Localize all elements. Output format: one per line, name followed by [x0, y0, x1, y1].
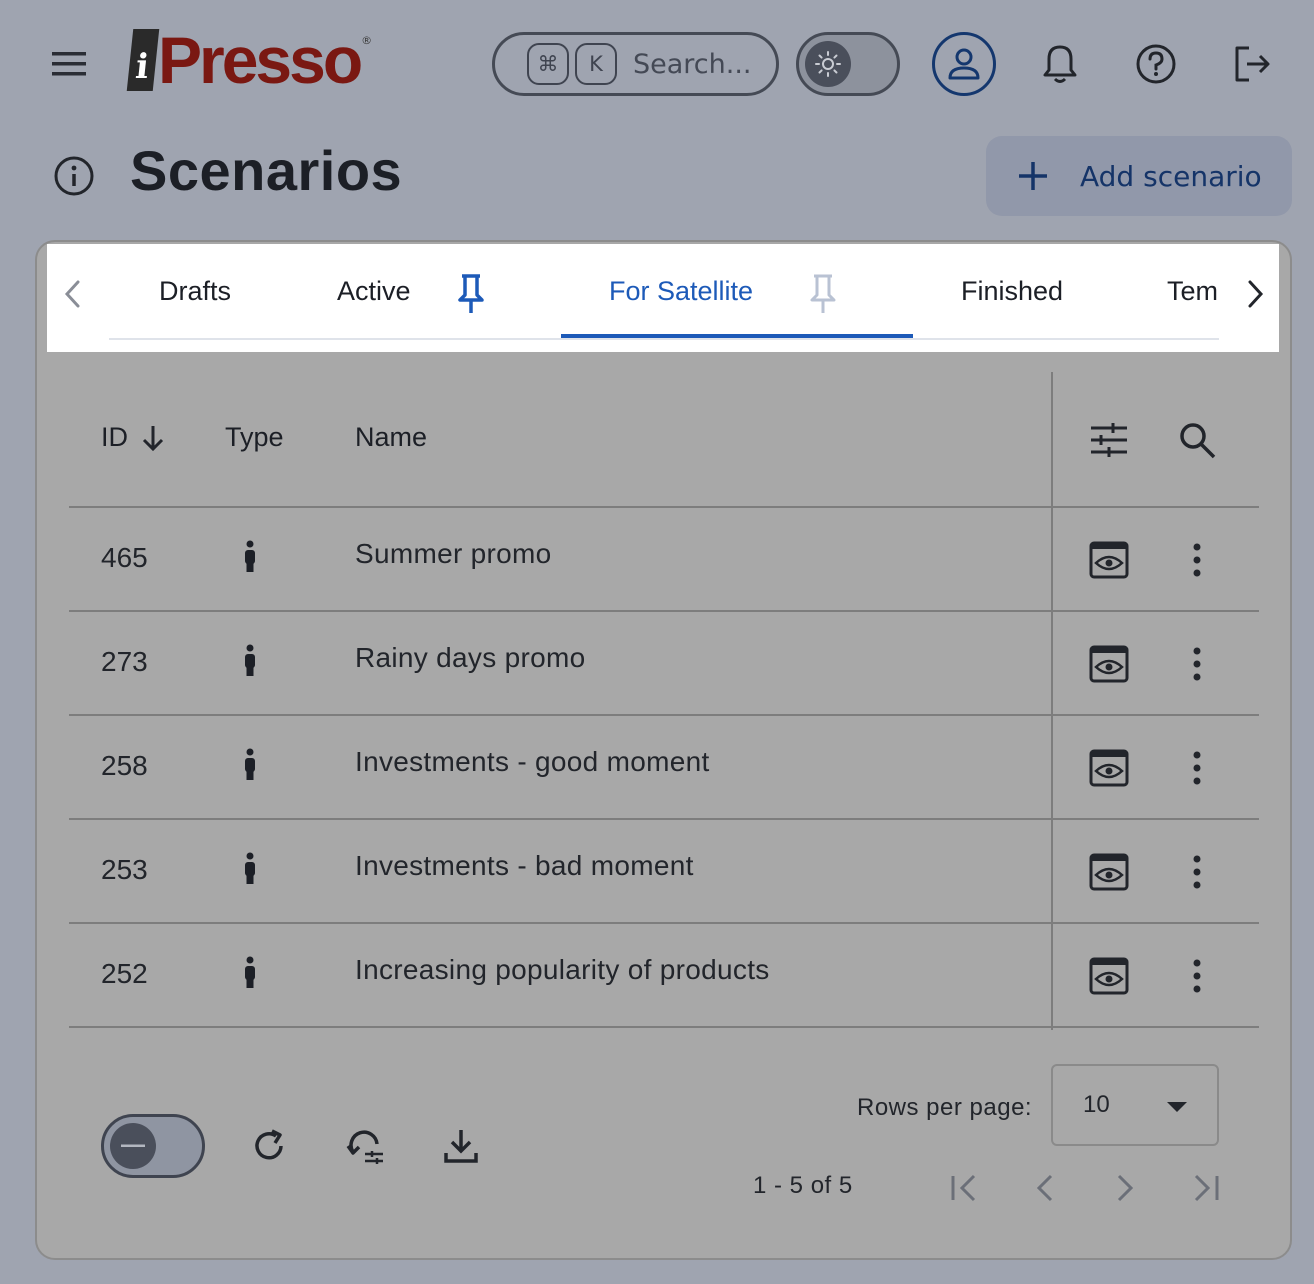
column-id-label: ID	[101, 422, 128, 452]
filter-settings-icon[interactable]	[1087, 418, 1131, 462]
account-button[interactable]	[932, 32, 996, 96]
more-options-icon[interactable]	[1181, 954, 1213, 998]
row-id: 253	[101, 854, 148, 885]
column-header-id[interactable]: ID	[101, 422, 166, 453]
preview-icon[interactable]	[1087, 746, 1131, 790]
tab-scroll-left-icon[interactable]	[55, 272, 89, 316]
column-header-type[interactable]: Type	[225, 422, 284, 453]
person-icon	[239, 536, 261, 576]
pin-icon[interactable]	[453, 272, 489, 316]
more-options-icon[interactable]	[1181, 538, 1213, 582]
row-id: 465	[101, 542, 148, 573]
tab-label: Drafts	[159, 275, 232, 306]
row-name: Increasing popularity of products	[355, 954, 770, 985]
column-type-label: Type	[225, 422, 284, 452]
tab-drafts[interactable]: Drafts	[159, 244, 231, 338]
logo-text: Presso	[158, 23, 363, 97]
bell-icon[interactable]	[1034, 38, 1086, 90]
k-key-hint: K	[575, 43, 617, 85]
tab-label: Tem	[1167, 275, 1219, 306]
add-scenario-label: Add scenario	[1080, 159, 1262, 193]
pin-outline-icon[interactable]	[805, 272, 841, 316]
tab-label: For Satellite	[609, 275, 754, 306]
preview-icon[interactable]	[1087, 850, 1131, 894]
row-name: Investments - good moment	[355, 746, 710, 777]
table-row[interactable]: 273 Rainy days promo	[69, 612, 1259, 716]
dropdown-caret-icon	[1167, 1102, 1187, 1112]
logo-letter: i	[126, 29, 160, 91]
row-name: Summer promo	[355, 538, 552, 569]
logo-registered-mark: ®	[361, 34, 373, 47]
reset-filters-icon[interactable]	[343, 1124, 387, 1168]
logout-icon[interactable]	[1226, 38, 1278, 90]
rows-per-page-label: Rows per page:	[857, 1094, 1033, 1121]
row-name: Rainy days promo	[355, 642, 586, 673]
table-row[interactable]: 465 Summer promo	[69, 508, 1259, 612]
next-page-icon[interactable]	[1103, 1166, 1147, 1210]
scenarios-card: Drafts Active For Satellite Finished Tem…	[35, 240, 1292, 1260]
tabs-list: Drafts Active For Satellite Finished Tem	[109, 244, 1219, 340]
row-id: 273	[101, 646, 148, 677]
tab-finished[interactable]: Finished	[961, 244, 1063, 338]
person-icon	[239, 744, 261, 784]
search-button[interactable]: ⌘ K Search...	[492, 32, 779, 96]
row-id: 258	[101, 750, 148, 781]
tab-templates[interactable]: Tem	[1167, 244, 1218, 338]
refresh-icon[interactable]	[247, 1124, 291, 1168]
table-row[interactable]: 253 Investments - bad moment	[69, 820, 1259, 924]
rows-per-page-value: 10	[1083, 1091, 1110, 1118]
page-title: Scenarios	[130, 139, 403, 202]
person-icon	[239, 848, 261, 888]
table-row[interactable]: 258 Investments - good moment	[69, 716, 1259, 820]
search-placeholder: Search...	[633, 48, 752, 80]
tab-label: Finished	[961, 275, 1064, 306]
tab-bar: Drafts Active For Satellite Finished Tem	[47, 244, 1279, 352]
minus-icon	[110, 1123, 156, 1169]
search-icon[interactable]	[1175, 418, 1219, 462]
theme-toggle[interactable]	[796, 32, 900, 96]
plus-icon	[1016, 159, 1050, 193]
tab-scroll-right-icon[interactable]	[1239, 272, 1273, 316]
previous-page-icon[interactable]	[1023, 1166, 1067, 1210]
table-header: ID Type Name	[69, 372, 1259, 508]
top-bar: i Presso ® ⌘ K Search...	[0, 0, 1314, 128]
row-id: 252	[101, 958, 148, 989]
preview-icon[interactable]	[1087, 642, 1131, 686]
preview-icon[interactable]	[1087, 954, 1131, 998]
pagination-range: 1 - 5 of 5	[753, 1172, 853, 1199]
command-key-hint: ⌘	[527, 43, 569, 85]
more-options-icon[interactable]	[1181, 850, 1213, 894]
selected-tab-indicator	[561, 334, 913, 338]
ipresso-logo[interactable]: i Presso ®	[126, 22, 375, 98]
account-icon	[946, 46, 982, 82]
more-options-icon[interactable]	[1181, 746, 1213, 790]
person-icon	[239, 952, 261, 992]
tab-for-satellite[interactable]: For Satellite	[609, 244, 753, 338]
dense-view-toggle[interactable]	[101, 1114, 205, 1178]
scenarios-table: ID Type Name 465 Summer promo 273 Rainy …	[69, 372, 1259, 1030]
first-page-icon[interactable]	[943, 1166, 987, 1210]
column-header-name[interactable]: Name	[355, 422, 427, 453]
sun-icon	[805, 41, 851, 87]
more-options-icon[interactable]	[1181, 642, 1213, 686]
help-icon[interactable]	[1130, 38, 1182, 90]
menu-icon[interactable]	[44, 38, 96, 90]
tab-active[interactable]: Active	[337, 244, 411, 338]
row-name: Investments - bad moment	[355, 850, 694, 881]
table-row[interactable]: 252 Increasing popularity of products	[69, 924, 1259, 1028]
add-scenario-button[interactable]: Add scenario	[986, 136, 1292, 216]
rows-per-page-select[interactable]: 10	[1051, 1064, 1219, 1146]
sort-descending-icon	[140, 423, 166, 453]
info-icon[interactable]	[50, 152, 98, 200]
download-icon[interactable]	[439, 1124, 483, 1168]
person-icon	[239, 640, 261, 680]
tab-label: Active	[337, 275, 411, 306]
column-name-label: Name	[355, 422, 428, 452]
preview-icon[interactable]	[1087, 538, 1131, 582]
last-page-icon[interactable]	[1183, 1166, 1227, 1210]
